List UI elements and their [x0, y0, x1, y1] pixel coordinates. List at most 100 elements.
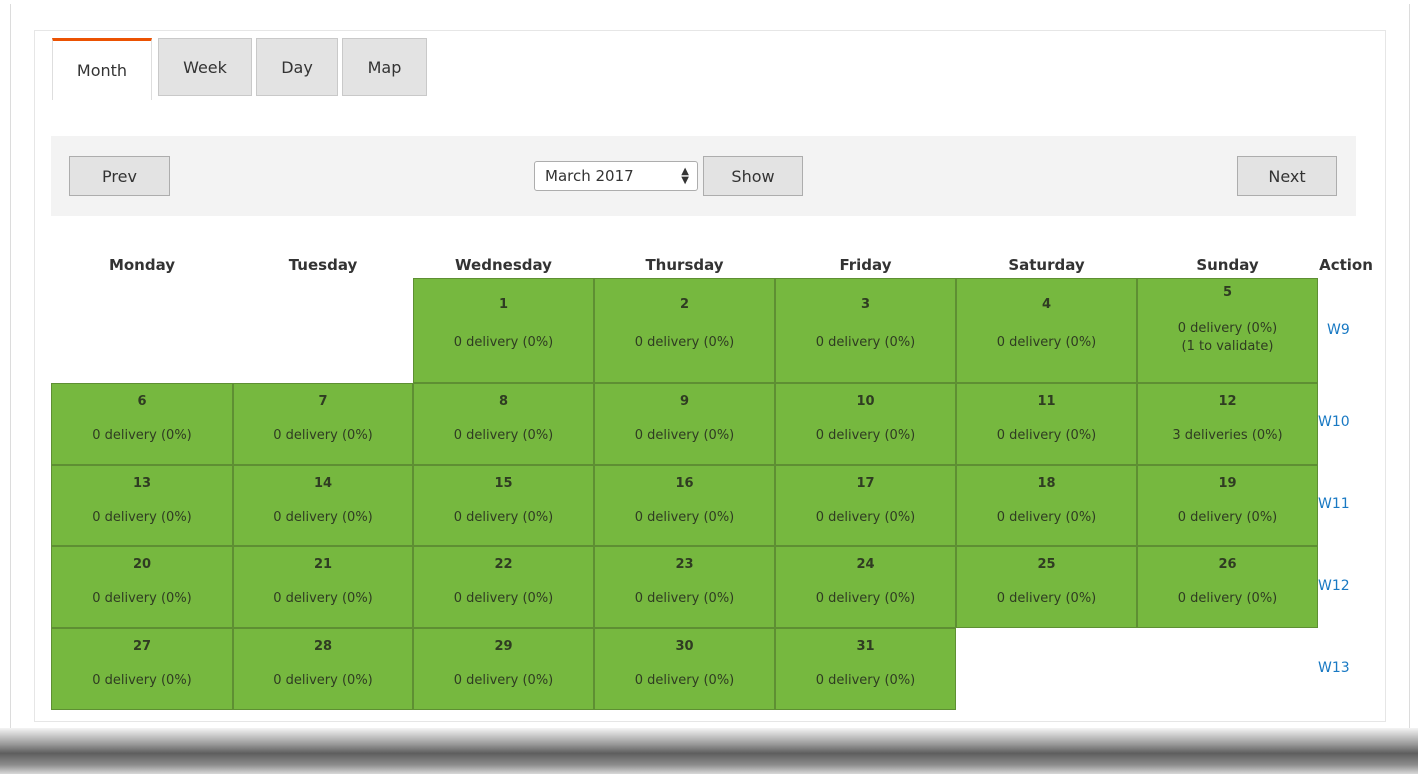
day-delivery-info: 0 delivery (0%): [815, 591, 916, 606]
day-header-wednesday: Wednesday: [455, 256, 552, 274]
day-cell[interactable]: 19 0 delivery (0%): [1137, 465, 1318, 546]
tab-month[interactable]: Month: [52, 38, 152, 100]
day-number: 18: [1037, 476, 1056, 491]
show-button[interactable]: Show: [703, 156, 803, 196]
day-cell[interactable]: 2 0 delivery (0%): [594, 278, 775, 383]
day-cell[interactable]: 14 0 delivery (0%): [233, 465, 413, 546]
day-header-tuesday: Tuesday: [288, 256, 358, 274]
day-cell[interactable]: 17 0 delivery (0%): [775, 465, 956, 546]
day-delivery-info: 0 delivery (0%): [634, 428, 735, 443]
day-number: 30: [675, 639, 694, 654]
day-cell[interactable]: 8 0 delivery (0%): [413, 383, 594, 465]
day-delivery-info: 0 delivery (0%): [815, 335, 916, 350]
day-cell[interactable]: 18 0 delivery (0%): [956, 465, 1137, 546]
day-number: 5: [1222, 285, 1233, 300]
month-select[interactable]: March 2017 ▲ ▼: [534, 161, 698, 191]
day-cell[interactable]: 20 0 delivery (0%): [51, 546, 233, 628]
day-delivery-info: 0 delivery (0%): [92, 591, 192, 606]
day-delivery-info: 0 delivery (0%): [815, 428, 916, 443]
day-delivery-info: 0 delivery (0%): [996, 591, 1097, 606]
day-number: 11: [1037, 394, 1056, 409]
day-delivery-info: 0 delivery (0%): [815, 673, 916, 688]
day-header-friday: Friday: [839, 256, 892, 274]
day-cell[interactable]: 22 0 delivery (0%): [413, 546, 594, 628]
day-number: 20: [132, 557, 152, 572]
week-link-w9[interactable]: W9: [1327, 322, 1350, 338]
day-delivery-info: 0 delivery (0%): [273, 591, 373, 606]
day-number: 26: [1218, 557, 1237, 572]
week-link-w12[interactable]: W12: [1318, 578, 1350, 594]
day-number: 14: [313, 476, 333, 491]
day-number: 21: [313, 557, 333, 572]
tab-map[interactable]: Map: [342, 38, 427, 96]
prev-button-label: Prev: [102, 166, 137, 186]
select-caret-icon: ▲ ▼: [681, 166, 689, 186]
day-delivery-info: 0 delivery (0%): [273, 510, 373, 525]
day-cell[interactable]: 3 0 delivery (0%): [775, 278, 956, 383]
day-number: 25: [1037, 557, 1056, 572]
day-number: 8: [498, 394, 509, 409]
tab-day-label: Day: [281, 57, 313, 77]
day-delivery-info: 0 delivery (0%): [453, 591, 554, 606]
next-button-label: Next: [1268, 166, 1306, 186]
day-number: 1: [498, 297, 509, 312]
day-cell[interactable]: 31 0 delivery (0%): [775, 628, 956, 710]
day-header-monday: Monday: [108, 256, 176, 274]
tab-week[interactable]: Week: [158, 38, 252, 96]
day-number: 13: [132, 476, 152, 491]
frame-shadow: [0, 728, 1418, 774]
day-cell[interactable]: 10 0 delivery (0%): [775, 383, 956, 465]
next-button[interactable]: Next: [1237, 156, 1337, 196]
day-cell[interactable]: 25 0 delivery (0%): [956, 546, 1137, 628]
day-cell[interactable]: 26 0 delivery (0%): [1137, 546, 1318, 628]
day-delivery-info: 0 delivery (0%): [634, 335, 735, 350]
day-number: 3: [860, 297, 871, 312]
day-cell[interactable]: 12 3 deliveries (0%): [1137, 383, 1318, 465]
day-delivery-info: 0 delivery (0%): [1177, 510, 1278, 525]
week-link-w13[interactable]: W13: [1318, 660, 1350, 676]
week-link-w10[interactable]: W10: [1318, 414, 1350, 430]
day-number: 7: [318, 394, 328, 409]
day-header-thursday: Thursday: [645, 256, 724, 274]
day-cell[interactable]: 15 0 delivery (0%): [413, 465, 594, 546]
day-cell[interactable]: 24 0 delivery (0%): [775, 546, 956, 628]
day-cell[interactable]: 9 0 delivery (0%): [594, 383, 775, 465]
day-cell[interactable]: 16 0 delivery (0%): [594, 465, 775, 546]
prev-button[interactable]: Prev: [69, 156, 170, 196]
tab-map-label: Map: [367, 57, 402, 77]
action-header: Action: [1319, 256, 1373, 274]
day-cell[interactable]: 28 0 delivery (0%): [233, 628, 413, 710]
day-cell[interactable]: 6 0 delivery (0%): [51, 383, 233, 465]
day-cell[interactable]: 11 0 delivery (0%): [956, 383, 1137, 465]
day-cell[interactable]: 23 0 delivery (0%): [594, 546, 775, 628]
day-cell[interactable]: 1 0 delivery (0%): [413, 278, 594, 383]
day-number: 6: [137, 394, 147, 409]
day-number: 2: [679, 297, 690, 312]
day-delivery-info: 0 delivery (0%): [996, 428, 1097, 443]
day-cell[interactable]: 29 0 delivery (0%): [413, 628, 594, 710]
day-number: 27: [132, 639, 152, 654]
day-number: 9: [679, 394, 690, 409]
day-cell[interactable]: 7 0 delivery (0%): [233, 383, 413, 465]
day-delivery-info: 0 delivery (0%): [453, 510, 554, 525]
day-cell[interactable]: 30 0 delivery (0%): [594, 628, 775, 710]
day-delivery-info: 0 delivery (0%): [1177, 321, 1278, 336]
day-delivery-info: 0 delivery (0%): [815, 510, 916, 525]
day-delivery-info: 0 delivery (0%): [273, 428, 373, 443]
day-delivery-info: 0 delivery (0%): [1177, 591, 1278, 606]
week-link-w11[interactable]: W11: [1318, 496, 1350, 512]
day-cell[interactable]: 5 0 delivery (0%) (1 to validate): [1137, 278, 1318, 383]
day-delivery-info: 0 delivery (0%): [634, 673, 735, 688]
tab-day[interactable]: Day: [256, 38, 338, 96]
day-cell[interactable]: 27 0 delivery (0%): [51, 628, 233, 710]
day-header-sunday: Sunday: [1196, 256, 1259, 274]
day-validate-info: (1 to validate): [1181, 339, 1274, 354]
day-cell[interactable]: 13 0 delivery (0%): [51, 465, 233, 546]
day-number: 22: [494, 557, 513, 572]
day-cell[interactable]: 4 0 delivery (0%): [956, 278, 1137, 383]
day-number: 19: [1218, 476, 1237, 491]
day-cell[interactable]: 21 0 delivery (0%): [233, 546, 413, 628]
day-number: 17: [856, 476, 875, 491]
day-number: 31: [856, 639, 875, 654]
tab-week-label: Week: [183, 57, 227, 77]
